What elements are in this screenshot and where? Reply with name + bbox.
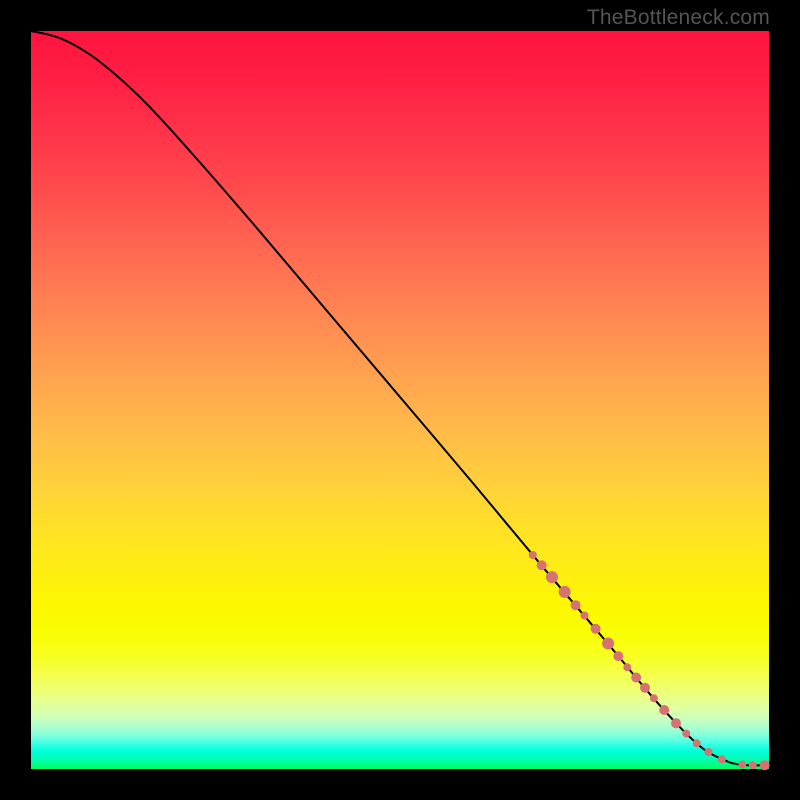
data-marker <box>682 730 690 738</box>
bottleneck-curve <box>31 31 769 765</box>
data-marker <box>693 739 701 747</box>
chart-stage: TheBottleneck.com <box>0 0 800 800</box>
data-marker <box>705 748 713 756</box>
data-marker <box>559 586 571 598</box>
data-marker <box>546 571 558 583</box>
data-marker <box>760 760 770 770</box>
data-marker <box>659 705 669 715</box>
data-marker <box>738 761 746 769</box>
data-marker <box>623 663 631 671</box>
data-markers <box>529 551 770 770</box>
data-marker <box>529 551 537 559</box>
data-marker <box>749 761 757 769</box>
data-marker <box>631 673 641 683</box>
data-marker <box>640 683 650 693</box>
data-marker <box>571 600 581 610</box>
data-marker <box>671 718 681 728</box>
data-marker <box>537 560 547 570</box>
data-marker <box>591 624 601 634</box>
data-marker <box>581 612 589 620</box>
data-marker <box>613 651 623 661</box>
data-marker <box>650 694 658 702</box>
data-marker <box>718 755 726 763</box>
data-marker <box>602 638 614 650</box>
watermark-label: TheBottleneck.com <box>587 6 770 30</box>
chart-overlay <box>31 31 769 769</box>
